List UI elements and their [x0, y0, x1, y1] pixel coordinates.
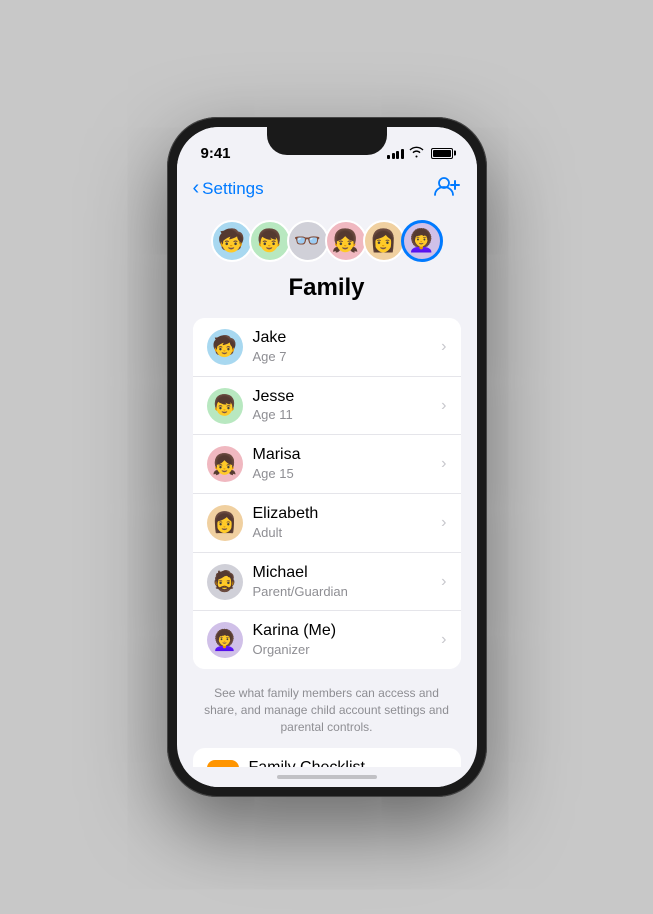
jesse-subtitle: Age 11	[253, 407, 438, 424]
home-indicator	[177, 767, 477, 787]
avatar-row: 🧒 👦 👓 👧 👩 👩‍🦱	[177, 210, 477, 274]
avatar-jesse: 👦	[249, 220, 291, 262]
status-time: 9:41	[201, 145, 231, 162]
michael-chevron-icon: ›	[441, 573, 446, 591]
family-member-michael[interactable]: 🧔 Michael Parent/Guardian ›	[193, 553, 461, 612]
family-member-jake[interactable]: 🧒 Jake Age 7 ›	[193, 318, 461, 377]
karina-text: Karina (Me) Organizer	[253, 621, 438, 659]
status-icons	[387, 146, 453, 161]
jake-chevron-icon: ›	[441, 338, 446, 356]
michael-text: Michael Parent/Guardian	[253, 563, 438, 601]
avatar-marisa-item: 👧	[207, 446, 243, 482]
karina-name: Karina (Me)	[253, 621, 438, 642]
avatar-michael-item: 🧔	[207, 564, 243, 600]
phone-frame: 9:41	[167, 117, 487, 797]
signal-icon	[387, 147, 404, 159]
add-family-icon	[433, 175, 461, 197]
marisa-name: Marisa	[253, 445, 438, 466]
avatar-elizabeth: 👧	[325, 220, 367, 262]
notch	[267, 127, 387, 155]
family-description: See what family members can access and s…	[177, 677, 477, 747]
avatar-karina: 👩‍🦱	[401, 220, 443, 262]
phone-screen: 9:41	[177, 127, 477, 787]
marisa-chevron-icon: ›	[441, 455, 446, 473]
family-checklist-card: Family Checklist All set ›	[193, 748, 461, 767]
family-member-karina[interactable]: 👩‍🦱 Karina (Me) Organizer ›	[193, 611, 461, 669]
marisa-text: Marisa Age 15	[253, 445, 438, 483]
family-member-marisa[interactable]: 👧 Marisa Age 15 ›	[193, 435, 461, 494]
karina-chevron-icon: ›	[441, 631, 446, 649]
jake-subtitle: Age 7	[253, 349, 438, 366]
page-title: Family	[177, 274, 477, 302]
back-label: Settings	[202, 179, 263, 199]
checklist-text: Family Checklist All set	[249, 758, 438, 767]
family-member-jesse[interactable]: 👦 Jesse Age 11 ›	[193, 377, 461, 436]
marisa-subtitle: Age 15	[253, 466, 438, 483]
back-button[interactable]: ‹ Settings	[193, 178, 264, 200]
wifi-icon	[409, 146, 424, 161]
elizabeth-subtitle: Adult	[253, 525, 438, 542]
avatar-marisa: 👓	[287, 220, 329, 262]
family-members-card: 🧒 Jake Age 7 › 👦 Jesse Age 11 ›	[193, 318, 461, 669]
avatar-karina-item: 👩‍🦱	[207, 622, 243, 658]
family-member-elizabeth[interactable]: 👩 Elizabeth Adult ›	[193, 494, 461, 553]
jake-text: Jake Age 7	[253, 328, 438, 366]
scroll-content[interactable]: 🧒 👦 👓 👧 👩 👩‍🦱 Family 🧒 Jake Age 7 ›	[177, 210, 477, 767]
avatar-elizabeth-item: 👩	[207, 505, 243, 541]
elizabeth-text: Elizabeth Adult	[253, 504, 438, 542]
jesse-text: Jesse Age 11	[253, 387, 438, 425]
avatar-jake-item: 🧒	[207, 329, 243, 365]
back-chevron-icon: ‹	[193, 177, 200, 200]
checklist-icon-square	[207, 760, 239, 767]
navigation-header: ‹ Settings	[177, 171, 477, 210]
michael-name: Michael	[253, 563, 438, 584]
karina-subtitle: Organizer	[253, 642, 438, 659]
add-family-button[interactable]	[433, 175, 461, 202]
family-checklist-item[interactable]: Family Checklist All set ›	[193, 748, 461, 767]
jake-name: Jake	[253, 328, 438, 349]
checklist-name: Family Checklist	[249, 758, 438, 767]
michael-subtitle: Parent/Guardian	[253, 584, 438, 601]
elizabeth-chevron-icon: ›	[441, 514, 446, 532]
avatar-elizabeth2: 👩	[363, 220, 405, 262]
jesse-chevron-icon: ›	[441, 397, 446, 415]
battery-icon	[431, 148, 453, 159]
home-bar	[277, 775, 377, 779]
avatar-jesse-item: 👦	[207, 388, 243, 424]
elizabeth-name: Elizabeth	[253, 504, 438, 525]
avatar-jake: 🧒	[211, 220, 253, 262]
jesse-name: Jesse	[253, 387, 438, 408]
